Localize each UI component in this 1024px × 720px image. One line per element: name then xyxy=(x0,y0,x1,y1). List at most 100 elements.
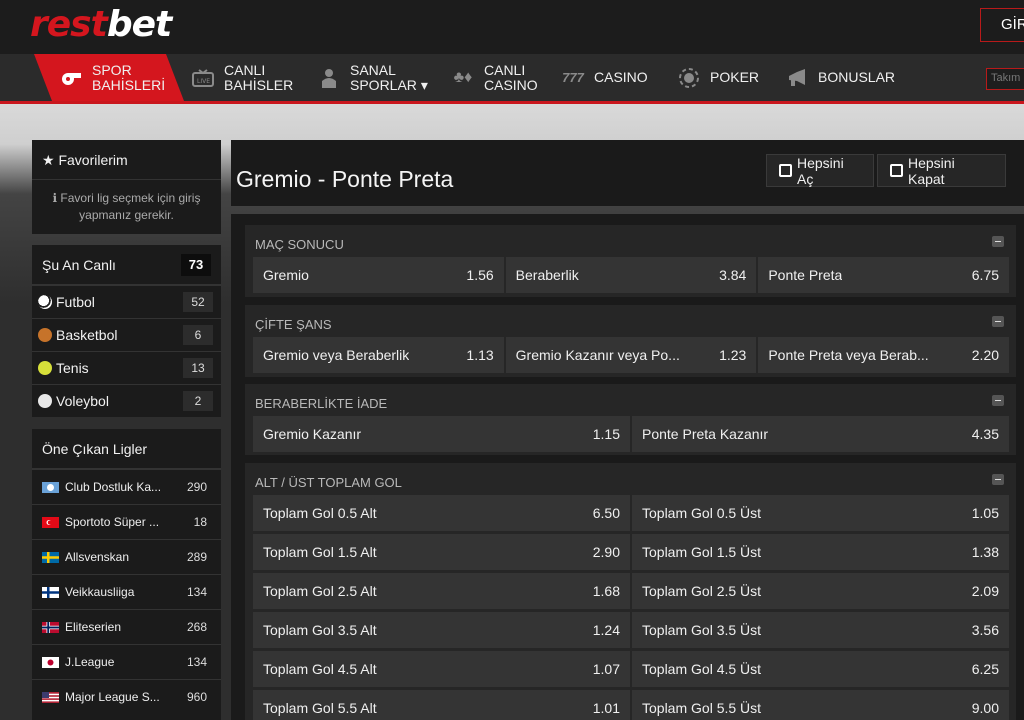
nav-label: BONUSLAR xyxy=(818,69,896,85)
collapse-icon[interactable] xyxy=(992,395,1004,406)
norway-flag-icon xyxy=(42,621,59,633)
nav-bonuses[interactable]: BONUSLAR xyxy=(786,54,895,101)
league-item[interactable]: J.League 134 xyxy=(32,644,221,679)
odd-button[interactable]: Toplam Gol 5.5 Alt 1.01 xyxy=(253,690,630,720)
odds-row: Toplam Gol 2.5 Alt 1.68 Toplam Gol 2.5 Üs… xyxy=(245,573,1016,612)
odd-button[interactable]: Ponte Preta veya Berab... 2.20 xyxy=(758,337,1010,373)
turkey-flag-icon xyxy=(42,516,59,528)
slot-777-icon: 777 xyxy=(562,70,584,85)
sport-item-tennis[interactable]: Tenis 13 xyxy=(32,351,221,384)
sport-label: Voleybol xyxy=(56,393,109,409)
market-match-result: MAÇ SONUCU Gremio 1.56 Beraberlik 3.84 Pon… xyxy=(245,225,1016,297)
odd-button[interactable]: Toplam Gol 1.5 Alt 2.90 xyxy=(253,534,630,570)
odds-row: Gremio veya Beraberlik 1.13 Gremio Kazanı… xyxy=(245,337,1016,376)
odd-button[interactable]: Beraberlik 3.84 xyxy=(505,257,757,293)
sport-count: 2 xyxy=(183,391,213,411)
nav-label: CANLI CASINO xyxy=(484,61,538,93)
sport-item-volleyball[interactable]: Voleybol 2 xyxy=(32,384,221,417)
collapse-icon[interactable] xyxy=(992,474,1004,485)
collapse-icon[interactable] xyxy=(992,316,1004,327)
nav-label: CANLI BAHİSLER xyxy=(224,61,294,93)
close-all-button[interactable]: Hepsini Kapat xyxy=(877,154,1006,187)
odd-button[interactable]: Toplam Gol 3.5 Alt 1.24 xyxy=(253,612,630,648)
virtual-player-icon xyxy=(318,67,340,89)
league-count: 268 xyxy=(186,620,207,634)
league-item[interactable]: Veikkausliiga 134 xyxy=(32,574,221,609)
odd-button[interactable]: Toplam Gol 3.5 Üst 3.56 xyxy=(632,612,1009,648)
league-name: Allsvenskan xyxy=(65,550,130,564)
league-item[interactable]: Major League S... 960 xyxy=(32,679,221,714)
sport-count: 6 xyxy=(183,325,213,345)
restbet-logo[interactable]: restbet xyxy=(30,4,172,45)
live-panel: Şu An Canlı 73 Futbol 52 Basketbol 6 Ten… xyxy=(32,245,221,417)
league-item[interactable]: Eliteserien 268 xyxy=(32,609,221,644)
sport-item-football[interactable]: Futbol 52 xyxy=(32,285,221,318)
nav-live-betting[interactable]: LIVE CANLI BAHİSLER xyxy=(192,54,293,101)
odd-button[interactable]: Toplam Gol 2.5 Alt 1.68 xyxy=(253,573,630,609)
league-name: Sportoto Süper ... xyxy=(65,515,160,529)
odd-button[interactable]: Gremio veya Beraberlik 1.13 xyxy=(253,337,504,373)
match-title: Gremio - Ponte Preta xyxy=(236,166,454,192)
odd-button[interactable]: Toplam Gol 1.5 Üst 1.38 xyxy=(632,534,1009,570)
finland-flag-icon xyxy=(42,586,59,598)
market-title[interactable]: ALT / ÜST TOPLAM GOL xyxy=(245,463,1016,495)
market-title[interactable]: ÇİFTE ŞANS xyxy=(245,305,1016,337)
match-header: Gremio - Ponte Preta Hepsini Aç Hepsini … xyxy=(231,140,1024,206)
favorites-title: ★ Favorilerim xyxy=(32,140,221,180)
login-button[interactable]: GİRİ xyxy=(980,8,1024,42)
nav-sports-betting[interactable]: SPOR BAHİSLERİ xyxy=(60,54,165,101)
odd-button[interactable]: Toplam Gol 2.5 Üst 2.09 xyxy=(632,573,1009,609)
nav-label: POKER xyxy=(710,69,760,85)
odd-button[interactable]: Toplam Gol 4.5 Alt 1.07 xyxy=(253,651,630,687)
league-name: Major League S... xyxy=(65,690,160,704)
basketball-icon xyxy=(38,328,52,342)
odd-button[interactable]: Ponte Preta 6.75 xyxy=(758,257,1010,293)
league-count: 960 xyxy=(186,690,207,704)
sport-item-basketball[interactable]: Basketbol 6 xyxy=(32,318,221,351)
volleyball-icon xyxy=(38,394,52,408)
odds-row: Toplam Gol 0.5 Alt 6.50 Toplam Gol 0.5 Üs… xyxy=(245,495,1016,534)
odd-button[interactable]: Toplam Gol 4.5 Üst 6.25 xyxy=(632,651,1009,687)
chevron-down-icon: ▾ xyxy=(420,76,428,93)
league-item[interactable]: Allsvenskan 289 xyxy=(32,539,221,574)
nav-label: SANAL SPORLAR ▾ xyxy=(350,61,428,93)
league-item[interactable]: Club Dostluk Ka... 290 xyxy=(32,469,221,504)
featured-leagues-panel: Öne Çıkan Ligler Club Dostluk Ka... 290 … xyxy=(32,429,221,720)
market-title[interactable]: BERABERLİKTE İADE xyxy=(245,384,1016,416)
leagues-title: Öne Çıkan Ligler xyxy=(32,429,221,469)
odds-row: Toplam Gol 4.5 Alt 1.07 Toplam Gol 4.5 Üs… xyxy=(245,651,1016,690)
logo-bet-text: bet xyxy=(106,4,172,45)
top-bar: restbet GİRİ xyxy=(0,0,1024,54)
nav-live-casino[interactable]: ♣♦ CANLI CASINO xyxy=(452,54,538,101)
nav-virtual-sports[interactable]: SANAL SPORLAR ▾ xyxy=(318,54,428,101)
nav-casino[interactable]: 777 CASINO xyxy=(562,54,648,101)
live-total-badge: 73 xyxy=(181,253,211,276)
favorites-note: ℹ Favori lig seçmek için giriş yapmanız … xyxy=(52,191,201,222)
nav-label: CASINO xyxy=(594,69,648,85)
market-title[interactable]: MAÇ SONUCU xyxy=(245,225,1016,257)
collapse-icon[interactable] xyxy=(992,236,1004,247)
world-flag-icon xyxy=(42,481,59,493)
league-name: Club Dostluk Ka... xyxy=(65,480,162,494)
market-double-chance: ÇİFTE ŞANS Gremio veya Beraberlik 1.13 Gr… xyxy=(245,305,1016,377)
whistle-icon xyxy=(60,67,82,89)
main-nav: SPOR BAHİSLERİ LIVE CANLI BAHİSLER SANAL SP… xyxy=(0,54,1024,104)
league-item[interactable]: Sportoto Süper ... 18 xyxy=(32,504,221,539)
usa-flag-icon xyxy=(42,691,59,703)
odd-button[interactable]: Toplam Gol 0.5 Alt 6.50 xyxy=(253,495,630,531)
team-search-input[interactable]: Takım xyxy=(986,68,1024,90)
nav-poker[interactable]: POKER xyxy=(678,54,759,101)
open-all-button[interactable]: Hepsini Aç xyxy=(766,154,874,187)
odd-button[interactable]: Toplam Gol 5.5 Üst 9.00 xyxy=(632,690,1009,720)
odds-row: Toplam Gol 5.5 Alt 1.01 Toplam Gol 5.5 Üs… xyxy=(245,690,1016,720)
odd-button[interactable]: Gremio 1.56 xyxy=(253,257,504,293)
odd-button[interactable]: Gremio Kazanır 1.15 xyxy=(253,416,630,452)
japan-flag-icon xyxy=(42,656,59,668)
odd-button[interactable]: Gremio Kazanır veya Po... 1.23 xyxy=(505,337,757,373)
odd-button[interactable]: Toplam Gol 0.5 Üst 1.05 xyxy=(632,495,1009,531)
sport-label: Basketbol xyxy=(56,327,118,343)
live-header[interactable]: Şu An Canlı 73 xyxy=(32,245,221,285)
collapse-all-icon xyxy=(890,164,903,177)
odd-button[interactable]: Ponte Preta Kazanır 4.35 xyxy=(632,416,1009,452)
sport-count: 52 xyxy=(183,292,213,312)
